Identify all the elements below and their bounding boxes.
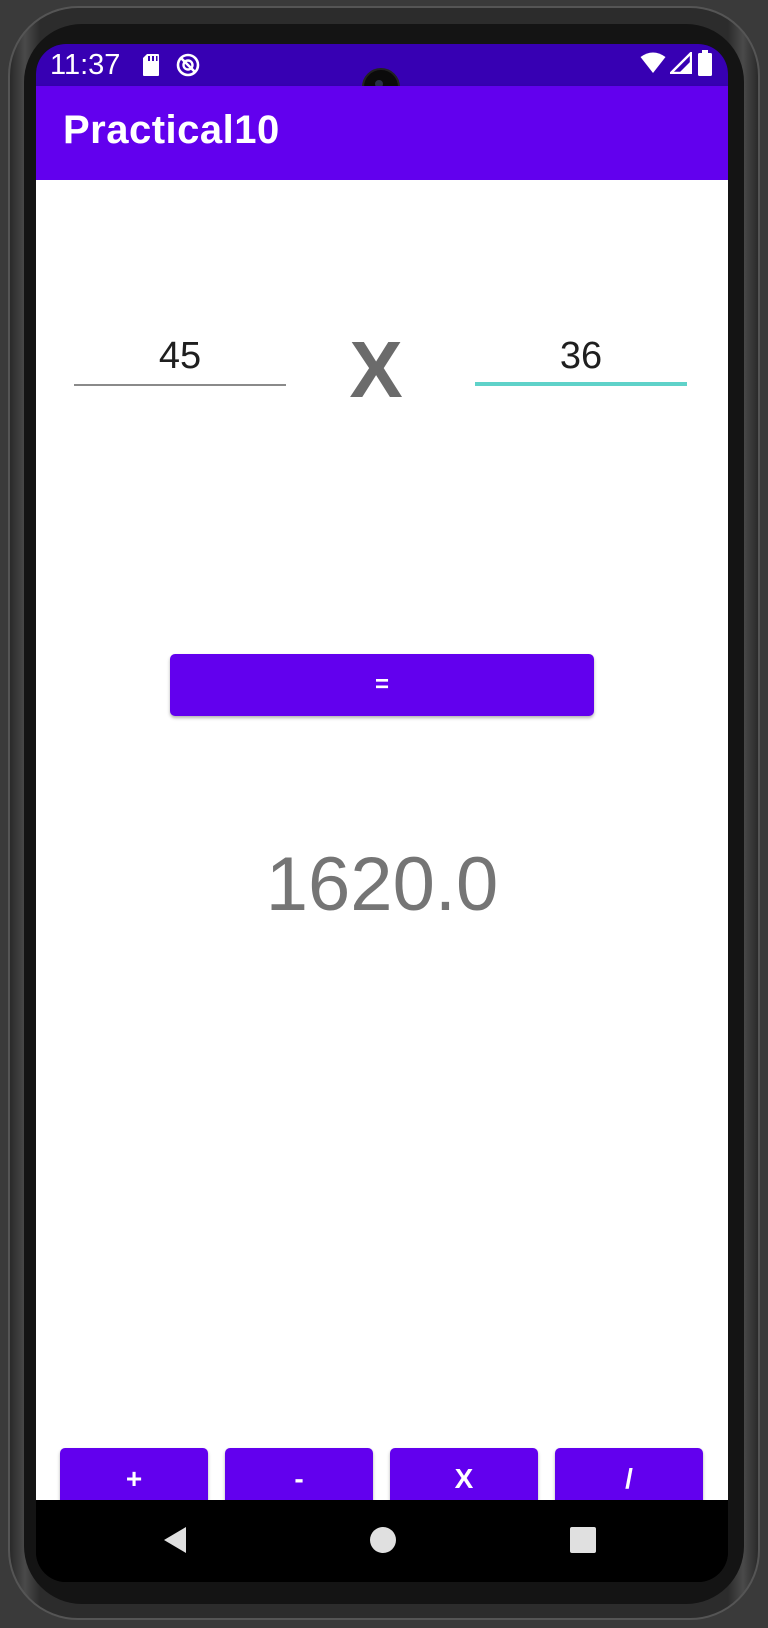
app-title: Practical10: [63, 108, 280, 152]
second-operand-field[interactable]: 36: [475, 330, 687, 386]
first-operand-underline: [74, 384, 286, 386]
first-operand-field[interactable]: 45: [74, 330, 286, 386]
result-display: 1620.0: [265, 842, 499, 927]
sd-card-icon: [142, 53, 160, 81]
phone-device: 11:37 Practical10 45 X 36 = 1620.0 + - X…: [0, 0, 768, 1628]
equals-button[interactable]: =: [170, 654, 594, 716]
battery-icon: [698, 50, 712, 80]
home-icon[interactable]: [369, 1526, 397, 1558]
first-operand-value: 45: [158, 335, 202, 377]
recents-icon[interactable]: [569, 1526, 597, 1558]
operator-label: X: [349, 325, 403, 414]
second-operand-underline: [475, 382, 687, 386]
signal-icon: [668, 50, 693, 78]
second-operand-value: 36: [559, 335, 603, 377]
do-not-disturb-icon: [176, 53, 200, 81]
navigation-bar: [36, 1500, 728, 1582]
status-time: 11:37: [50, 49, 121, 81]
app-bar: Practical10: [36, 86, 728, 180]
back-icon[interactable]: [162, 1526, 188, 1558]
phone-screen: 11:37 Practical10 45 X 36 = 1620.0 + - X…: [36, 44, 728, 1582]
wifi-icon: [640, 52, 666, 78]
calculator-content: 45 X 36 = 1620.0 + - X /: [36, 180, 728, 1510]
